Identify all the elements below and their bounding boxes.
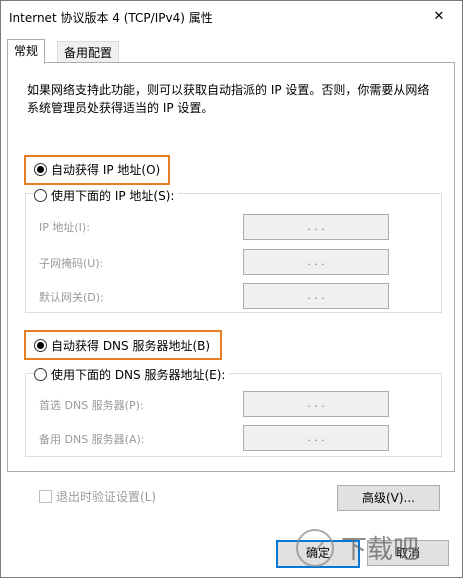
ip-address-field[interactable]: . . .: [243, 214, 389, 240]
close-icon: ✕: [433, 8, 445, 24]
ip-address-value: . . .: [307, 220, 325, 233]
radio-icon: [34, 339, 47, 352]
tab-label: 备用配置: [64, 46, 113, 60]
ok-button-label: 确定: [305, 546, 330, 560]
alternate-dns-value: . . .: [307, 431, 325, 444]
alternate-dns-field[interactable]: . . .: [243, 425, 389, 451]
properties-dialog: Internet 协议版本 4 (TCP/IPv4) 属性 ✕ 常规 备用配置 …: [0, 0, 463, 578]
validate-on-exit-label: 退出时验证设置(L): [56, 490, 157, 504]
subnet-mask-field[interactable]: . . .: [243, 249, 389, 275]
manual-ip-radio[interactable]: 使用下面的 IP 地址(S):: [34, 187, 179, 204]
default-gateway-value: . . .: [307, 289, 325, 302]
default-gateway-label: 默认网关(D):: [39, 291, 104, 304]
cancel-button[interactable]: 取消: [367, 540, 449, 566]
auto-ip-radio[interactable]: 自动获得 IP 地址(O): [34, 161, 160, 178]
preferred-dns-value: . . .: [307, 397, 325, 410]
window-title: Internet 协议版本 4 (TCP/IPv4) 属性: [9, 11, 213, 25]
ip-address-label: IP 地址(I):: [39, 221, 90, 234]
advanced-button[interactable]: 高级(V)...: [337, 485, 440, 511]
radio-icon: [34, 368, 47, 381]
cancel-button-label: 取消: [395, 546, 420, 560]
subnet-mask-value: . . .: [307, 255, 325, 268]
tab-general[interactable]: 常规: [7, 39, 46, 64]
subnet-mask-label: 子网掩码(U):: [39, 257, 104, 270]
preferred-dns-label: 首选 DNS 服务器(P):: [39, 399, 144, 412]
close-button[interactable]: ✕: [416, 1, 462, 31]
advanced-button-label: 高级(V)...: [361, 491, 416, 505]
manual-ip-label: 使用下面的 IP 地址(S):: [51, 189, 175, 203]
default-gateway-field[interactable]: . . .: [243, 283, 389, 309]
tab-label: 常规: [14, 44, 39, 58]
title-bar: Internet 协议版本 4 (TCP/IPv4) 属性 ✕: [1, 1, 462, 31]
manual-dns-radio[interactable]: 使用下面的 DNS 服务器地址(E):: [34, 366, 230, 383]
manual-dns-label: 使用下面的 DNS 服务器地址(E):: [51, 368, 226, 382]
tab-alternate-configuration[interactable]: 备用配置: [57, 41, 120, 64]
auto-ip-label: 自动获得 IP 地址(O): [51, 163, 161, 177]
radio-icon: [34, 163, 47, 176]
radio-icon: [34, 189, 47, 202]
auto-dns-label: 自动获得 DNS 服务器地址(B): [51, 339, 211, 353]
ok-button[interactable]: 确定: [276, 540, 360, 568]
validate-on-exit-checkbox[interactable]: 退出时验证设置(L): [39, 488, 156, 505]
auto-dns-radio[interactable]: 自动获得 DNS 服务器地址(B): [34, 337, 210, 354]
alternate-dns-label: 备用 DNS 服务器(A):: [39, 433, 145, 446]
description-text: 如果网络支持此功能，则可以获取自动指派的 IP 设置。否则，你需要从网络系统管理…: [27, 83, 430, 115]
checkbox-icon: [39, 490, 52, 503]
preferred-dns-field[interactable]: . . .: [243, 391, 389, 417]
